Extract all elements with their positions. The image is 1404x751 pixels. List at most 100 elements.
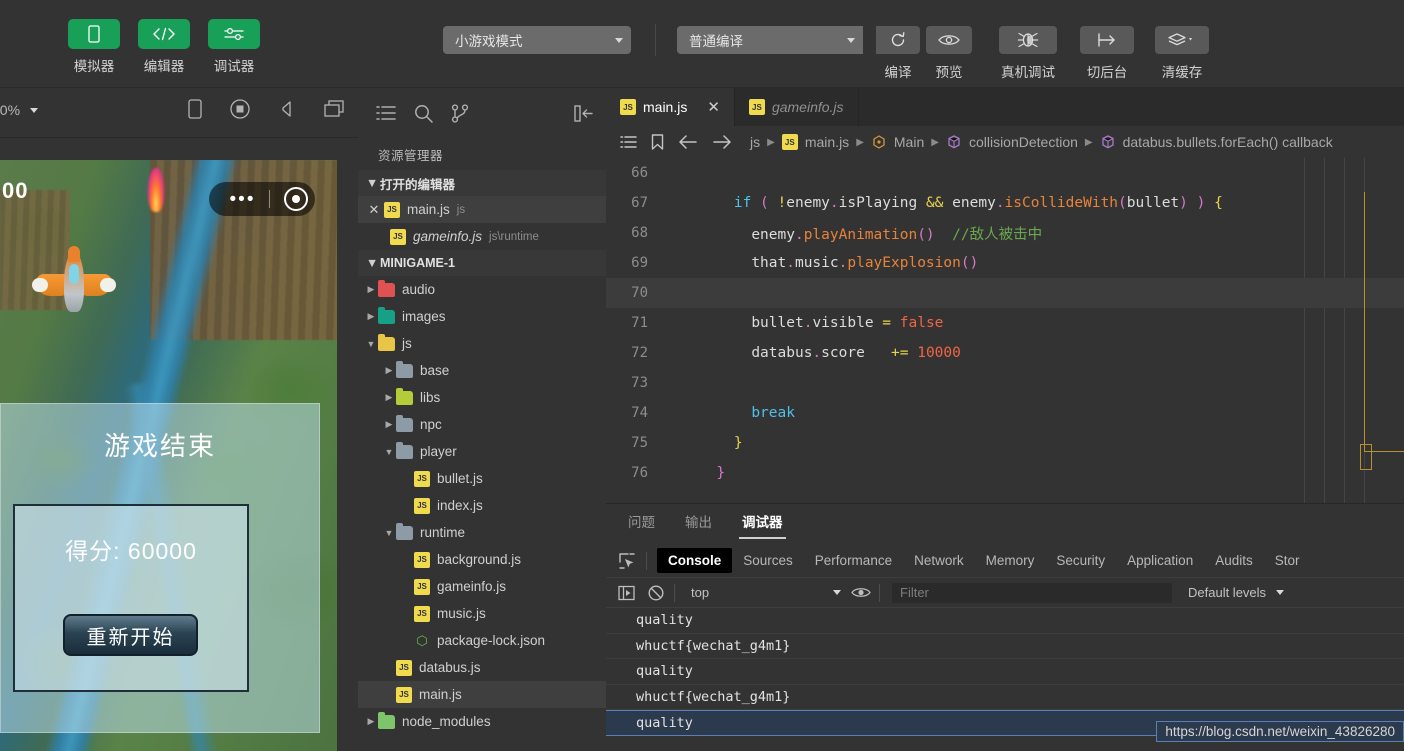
close-icon[interactable]: ✕ (364, 202, 384, 218)
refresh-icon (876, 26, 920, 54)
devtools-tab-performance[interactable]: Performance (804, 548, 903, 573)
mode-simulator[interactable]: 模拟器 (68, 19, 120, 75)
chevron-right-icon: ▶ (367, 311, 375, 321)
open-editor-main-js[interactable]: ✕ JS main.js js (358, 196, 606, 223)
window-icon[interactable] (324, 100, 344, 118)
panel-tab-问题[interactable]: 问题 (628, 511, 655, 537)
collapse-panel-icon[interactable] (574, 104, 594, 122)
code-text: enemy.playAnimation() //敌人被击中 (751, 226, 1043, 243)
preview-button[interactable]: 预览 (926, 26, 972, 81)
panel-tab-调试器[interactable]: 调试器 (739, 511, 785, 539)
phone-icon[interactable] (188, 99, 202, 119)
tree-item-background-js[interactable]: JS background.js (358, 546, 606, 573)
explorer-icon[interactable] (376, 105, 396, 121)
console-log-list[interactable]: quality whuctf{wechat_g4m1} quality whuctf{… (606, 608, 1404, 751)
code-line[interactable]: 72 databus.score += 10000 (606, 338, 1404, 368)
open-editor-gameinfo-js[interactable]: JS gameinfo.js js\runtime (358, 223, 606, 250)
compile-button[interactable]: 编译 (876, 26, 920, 81)
zoom-level-select[interactable]: 00% (0, 102, 39, 118)
source-control-icon[interactable] (451, 103, 469, 123)
console-log-row[interactable]: whuctf{wechat_g4m1} (606, 634, 1404, 659)
outline-icon[interactable] (620, 135, 637, 149)
open-editors-header[interactable]: ▼ 打开的编辑器 (358, 170, 606, 196)
devtools-tab-stor[interactable]: Stor (1264, 548, 1311, 573)
devtools-tab-network[interactable]: Network (903, 548, 975, 573)
project-header[interactable]: ▼ MINIGAME-1 (358, 250, 606, 276)
mode-select[interactable]: 小游戏模式 (443, 26, 631, 54)
code-line[interactable]: 74 break (606, 398, 1404, 428)
execute-icon[interactable] (618, 585, 636, 601)
restart-button[interactable]: 重新开始 (63, 614, 198, 656)
volume-icon[interactable] (278, 100, 296, 118)
panel-tab-输出[interactable]: 输出 (685, 511, 712, 537)
bug-icon (999, 26, 1057, 54)
clear-cache-button[interactable]: 清缓存 (1155, 26, 1209, 81)
devtools-tab-memory[interactable]: Memory (975, 548, 1046, 573)
code-line[interactable]: 70 (606, 278, 1404, 308)
close-icon[interactable]: ✕ (707, 98, 720, 116)
tab-main-js[interactable]: JS main.js ✕ (606, 88, 735, 126)
console-context-select[interactable]: top (691, 585, 841, 600)
console-log-row[interactable]: quality (606, 659, 1404, 685)
tree-item-libs[interactable]: ▶ libs (358, 384, 606, 411)
devtools-tab-security[interactable]: Security (1045, 548, 1116, 573)
devtools-tab-console[interactable]: Console (657, 548, 733, 573)
tree-item-audio[interactable]: ▶ audio (358, 276, 606, 303)
compile-mode-select[interactable]: 普通编译 (677, 26, 863, 54)
code-line[interactable]: 76 } (606, 458, 1404, 488)
console-log-row[interactable]: whuctf{wechat_g4m1} (606, 685, 1404, 710)
close-circle-icon[interactable] (283, 187, 308, 211)
clear-console-icon[interactable] (648, 584, 664, 601)
code-text: } (716, 465, 726, 481)
tree-item-node_modules[interactable]: ▶ node_modules (358, 708, 606, 735)
bookmark-icon[interactable] (651, 134, 664, 150)
console-levels-select[interactable]: Default levels (1188, 585, 1285, 600)
breadcrumb-collision-detection[interactable]: collisionDetection (969, 134, 1078, 150)
search-icon[interactable] (414, 104, 433, 123)
tree-item-music-js[interactable]: JS music.js (358, 600, 606, 627)
code-line[interactable]: 67 if ( !enemy.isPlaying && enemy.isColl… (606, 188, 1404, 218)
inspect-element-icon[interactable] (618, 552, 636, 570)
tree-item-gameinfo-js[interactable]: JS gameinfo.js (358, 573, 606, 600)
breadcrumb-foreach-callback[interactable]: databus.bullets.forEach() callback (1123, 134, 1333, 150)
mode-debugger[interactable]: 调试器 (208, 19, 260, 75)
devtools-tab-sources[interactable]: Sources (732, 548, 804, 573)
breadcrumb-js[interactable]: js (750, 134, 760, 150)
mode-debugger-label: 调试器 (213, 59, 255, 74)
tree-item-js[interactable]: ▼ js (358, 330, 606, 357)
tree-item-databus-js[interactable]: JS databus.js (358, 654, 606, 681)
game-simulator[interactable]: 00 ••• 游戏结束 得分: 60000 重新开始 (0, 160, 337, 751)
eye-icon[interactable] (851, 586, 871, 599)
tree-item-label: bullet.js (437, 471, 483, 486)
devtools-tab-application[interactable]: Application (1116, 548, 1204, 573)
tree-item-bullet-js[interactable]: JS bullet.js (358, 465, 606, 492)
code-editor[interactable]: 66 67 if ( !enemy.isPlaying && enemy.isCo… (606, 158, 1404, 503)
tree-item-base[interactable]: ▶ base (358, 357, 606, 384)
tree-item-images[interactable]: ▶ images (358, 303, 606, 330)
tree-item-package-lock-json[interactable]: ⬡ package-lock.json (358, 627, 606, 654)
background-button[interactable]: 切后台 (1080, 26, 1134, 81)
tree-item-player[interactable]: ▼ player (358, 438, 606, 465)
tab-gameinfo-js[interactable]: JS gameinfo.js (735, 88, 859, 126)
tree-item-main-js[interactable]: JS main.js (358, 681, 606, 708)
breadcrumb-main-class[interactable]: Main (894, 134, 924, 150)
tree-item-runtime[interactable]: ▼ runtime (358, 519, 606, 546)
breadcrumb-main-js[interactable]: main.js (805, 134, 849, 150)
console-log-row[interactable]: quality (606, 608, 1404, 634)
back-arrow-icon[interactable] (678, 135, 697, 149)
real-device-debug-button[interactable]: 真机调试 (999, 26, 1057, 81)
forward-arrow-icon[interactable] (713, 135, 732, 149)
tree-item-npc[interactable]: ▶ npc (358, 411, 606, 438)
code-line[interactable]: 75 } (606, 428, 1404, 458)
mode-editor[interactable]: 编辑器 (138, 19, 190, 75)
console-filter-input[interactable]: Filter (892, 582, 1172, 603)
record-icon[interactable] (230, 99, 250, 119)
tree-item-index-js[interactable]: JS index.js (358, 492, 606, 519)
code-line[interactable]: 69 that.music.playExplosion() (606, 248, 1404, 278)
code-line[interactable]: 73 (606, 368, 1404, 398)
code-line[interactable]: 71 bullet.visible = false (606, 308, 1404, 338)
code-line[interactable]: 66 (606, 158, 1404, 188)
devtools-tab-audits[interactable]: Audits (1204, 548, 1264, 573)
capsule-menu-icon[interactable]: ••• (217, 190, 269, 209)
code-line[interactable]: 68 enemy.playAnimation() //敌人被击中 (606, 218, 1404, 248)
